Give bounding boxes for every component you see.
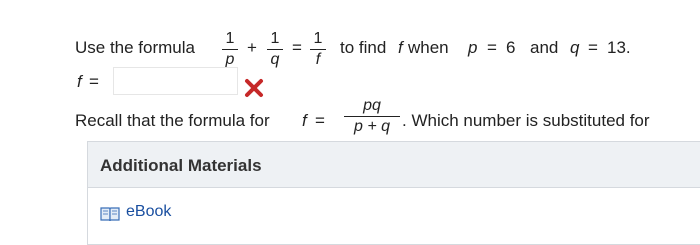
additional-materials-panel: Additional Materials eBook (87, 141, 700, 245)
question-instruction: to find (340, 38, 387, 57)
q-value: 13. (607, 38, 631, 57)
additional-materials-title: Additional Materials (100, 156, 262, 175)
recall-variable-f: f (302, 111, 307, 130)
variable-f: f (398, 38, 403, 57)
answer-label-variable: f (77, 72, 82, 91)
fraction-bar (344, 116, 400, 117)
answer-label-equals: = (89, 72, 99, 91)
fraction-numerator: 1 (270, 30, 280, 47)
fraction-bar (310, 49, 326, 50)
recall-equals: = (315, 111, 325, 130)
fraction-numerator: pq (363, 97, 381, 114)
p-value: 6 (506, 38, 516, 57)
equals-sign: = (487, 38, 497, 57)
variable-q: q (570, 38, 580, 57)
fraction-denominator: f (315, 51, 321, 68)
fraction-denominator: p + q (353, 118, 391, 135)
fraction-pq-over-p-plus-q: pq p + q (344, 97, 400, 136)
variable-p: p (468, 38, 478, 57)
fraction-1-over-q: 1 q (267, 30, 283, 69)
question-and: and (530, 38, 559, 57)
fraction-denominator: q (270, 51, 280, 68)
question-prefix: Use the formula (75, 38, 195, 57)
additional-materials-header: Additional Materials (88, 142, 700, 188)
plus-sign: + (247, 38, 257, 57)
question-when: when (408, 38, 449, 57)
fraction-1-over-p: 1 p (222, 30, 238, 69)
equals-sign: = (588, 38, 598, 57)
ebook-link-label[interactable]: eBook (126, 203, 171, 221)
fraction-numerator: 1 (225, 30, 235, 47)
recall-suffix: . Which number is substituted for (402, 111, 650, 130)
fraction-bar (222, 49, 238, 50)
x-mark-icon (245, 79, 263, 97)
book-icon (100, 207, 120, 222)
recall-prefix: Recall that the formula for (75, 111, 270, 130)
answer-input[interactable] (113, 67, 238, 95)
equals-sign: = (292, 38, 302, 57)
fraction-bar (267, 49, 283, 50)
fraction-1-over-f: 1 f (310, 30, 326, 69)
fraction-numerator: 1 (313, 30, 323, 47)
